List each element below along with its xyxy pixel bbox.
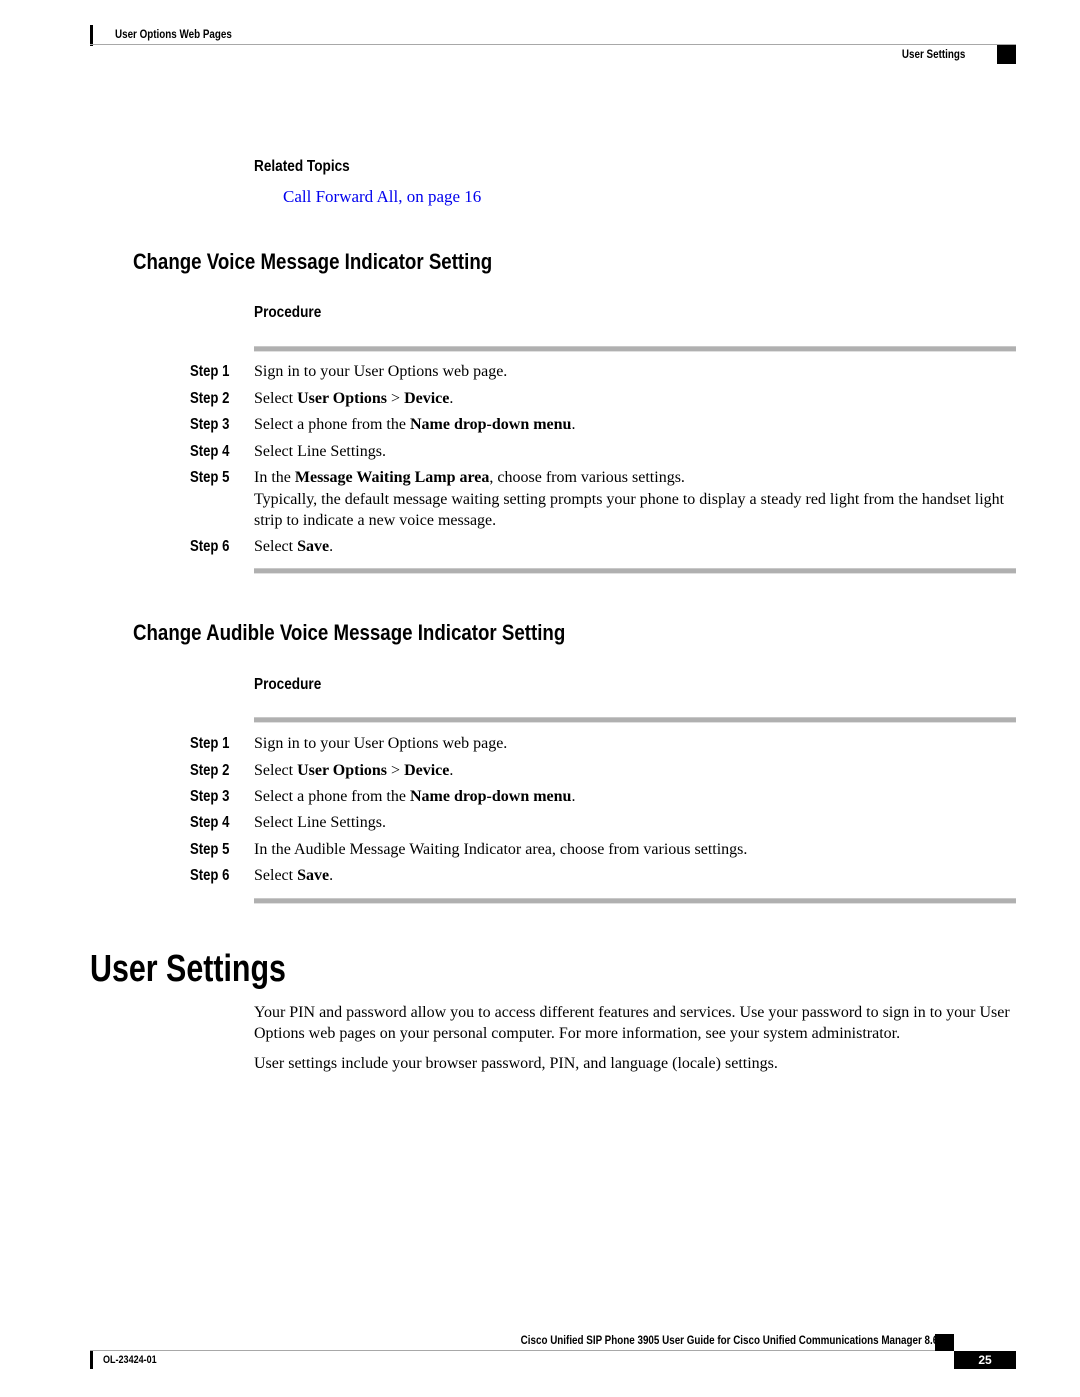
header-section-title: User Settings xyxy=(901,47,965,61)
footer-marker-box xyxy=(935,1334,954,1351)
step-number: Step 4 xyxy=(190,443,230,460)
step-text-fragment: . xyxy=(571,788,576,805)
header-marker-box xyxy=(997,45,1016,64)
related-topic-link-call-forward-all[interactable]: Call Forward All, on page 16 xyxy=(283,187,481,207)
footer-page-number: 25 xyxy=(954,1351,1016,1369)
ui-term: Device xyxy=(404,762,450,779)
footer-document-number: OL-23424-01 xyxy=(103,1354,157,1366)
step-text-fragment: . xyxy=(449,762,454,779)
step-text: Sign in to your User Options web page. xyxy=(254,733,1024,754)
user-settings-paragraph: Your PIN and password allow you to acces… xyxy=(254,1004,1010,1042)
step-text: Select Line Settings. xyxy=(254,441,1024,462)
ui-term: Name drop-down menu xyxy=(409,788,572,805)
ui-term: Save xyxy=(297,867,330,884)
step-text-fragment: Select xyxy=(254,762,298,779)
step-text: In the Audible Message Waiting Indicator… xyxy=(254,839,1024,860)
procedure-bottom-rule xyxy=(254,898,1016,904)
step-text-fragment: > xyxy=(387,390,405,407)
step-number: Step 3 xyxy=(190,788,230,805)
step-number: Step 2 xyxy=(190,390,230,407)
step-text-fragment: In the Audible Message Waiting Indicator… xyxy=(254,841,748,858)
step-text: Select Save. xyxy=(254,536,1024,557)
step-text: Select User Options > Device. xyxy=(254,760,1024,781)
procedure-top-rule xyxy=(254,346,1016,352)
step-text-fragment: Select Line Settings. xyxy=(254,443,386,460)
step-text-fragment: Select xyxy=(254,538,298,555)
step-number: Step 4 xyxy=(190,814,230,831)
step-text: Select User Options > Device. xyxy=(254,388,1024,409)
ui-term: User Options xyxy=(297,762,388,779)
user-settings-paragraph: User settings include your browser passw… xyxy=(254,1055,778,1072)
step-text: Select Line Settings. xyxy=(254,812,1024,833)
step-number: Step 6 xyxy=(190,867,230,884)
step-text: Select a phone from the Name drop-down m… xyxy=(254,414,1024,435)
step-text-fragment: Select a phone from the xyxy=(254,416,410,433)
ui-term: Save xyxy=(297,538,330,555)
step-text-fragment: Select xyxy=(254,390,298,407)
step-number: Step 1 xyxy=(190,735,230,752)
step-number: Step 5 xyxy=(190,469,230,486)
step-text-fragment: . xyxy=(329,867,334,884)
step-text-fragment: . xyxy=(449,390,454,407)
step-text: Sign in to your User Options web page. xyxy=(254,361,1024,382)
footer-guide-title: Cisco Unified SIP Phone 3905 User Guide … xyxy=(520,1333,938,1347)
step-text-fragment: Select xyxy=(254,867,298,884)
step-text-fragment: Sign in to your User Options web page. xyxy=(254,735,508,752)
step-text: In the Message Waiting Lamp area, choose… xyxy=(254,467,1024,488)
step-text-fragment: Sign in to your User Options web page. xyxy=(254,363,508,380)
step-text: Select Save. xyxy=(254,865,1024,886)
step-number: Step 1 xyxy=(190,363,230,380)
related-topics-title: Related Topics xyxy=(254,158,350,175)
chapter-heading-user-settings: User Settings xyxy=(90,948,286,990)
step-number: Step 6 xyxy=(190,538,230,555)
step-text-fragment: Select Line Settings. xyxy=(254,814,386,831)
header-rule xyxy=(90,44,1016,45)
step-text-fragment: In the xyxy=(254,469,295,486)
ui-term: Message Waiting Lamp area xyxy=(294,469,490,486)
procedure-label: Procedure xyxy=(254,676,322,693)
header-chapter-title: User Options Web Pages xyxy=(115,27,232,41)
procedure-bottom-rule xyxy=(254,568,1016,574)
step-number: Step 5 xyxy=(190,841,230,858)
procedure-top-rule xyxy=(254,717,1016,723)
step-number: Step 2 xyxy=(190,762,230,779)
footer-rule xyxy=(90,1350,935,1351)
ui-term: Name drop-down menu xyxy=(409,416,572,433)
ui-term: Device xyxy=(404,390,450,407)
step-number: Step 3 xyxy=(190,416,230,433)
section-heading-audible-voice-message-indicator: Change Audible Voice Message Indicator S… xyxy=(133,620,566,645)
step-text: Select a phone from the Name drop-down m… xyxy=(254,786,1024,807)
section-heading-voice-message-indicator: Change Voice Message Indicator Setting xyxy=(133,249,493,274)
step-text-fragment: Select a phone from the xyxy=(254,788,410,805)
step-text-fragment: . xyxy=(329,538,334,555)
procedure-label: Procedure xyxy=(254,304,322,321)
step-text-fragment: > xyxy=(387,762,405,779)
ui-term: User Options xyxy=(297,390,388,407)
header-left-bar xyxy=(90,25,93,46)
step-note: Typically, the default message waiting s… xyxy=(254,491,1005,529)
footer-left-bar xyxy=(90,1351,93,1369)
step-text-fragment: . xyxy=(571,416,576,433)
step-text-fragment: , choose from various settings. xyxy=(489,469,685,486)
